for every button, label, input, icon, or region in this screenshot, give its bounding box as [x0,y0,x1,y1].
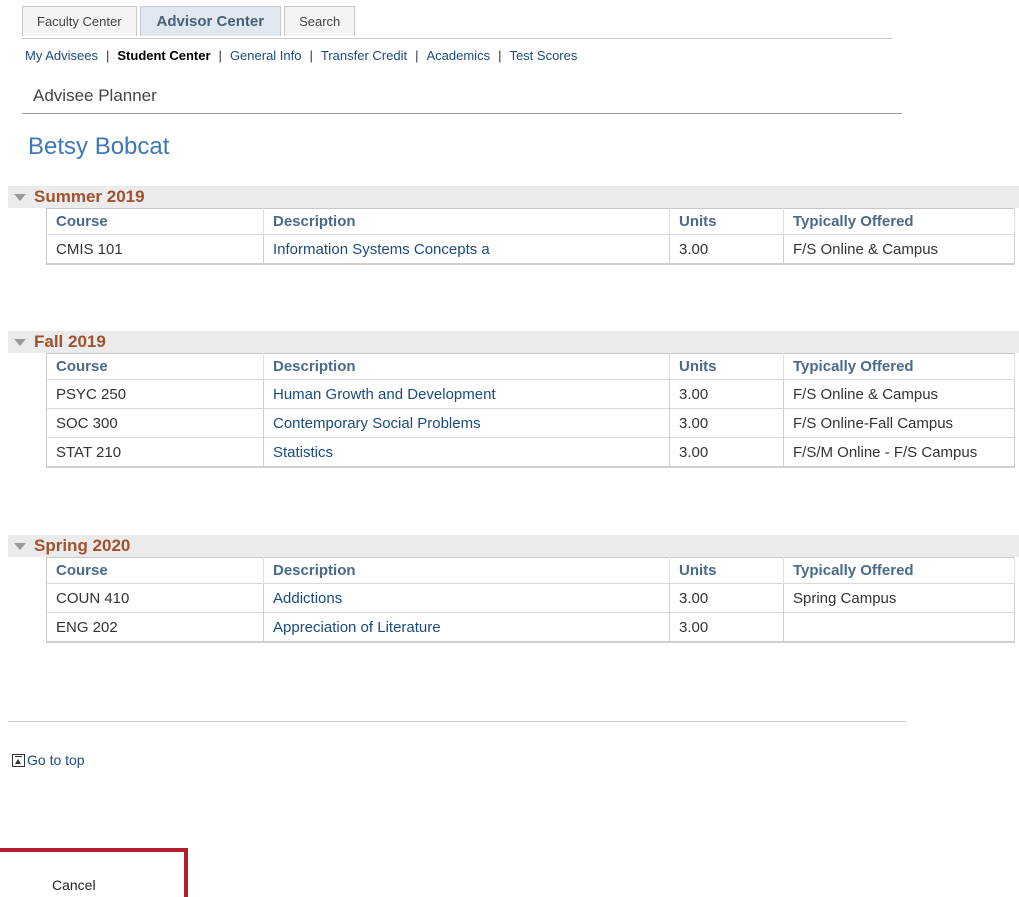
course-units: 3.00 [669,379,784,409]
course-typically-offered [783,612,1015,643]
course-description-link[interactable]: Contemporary Social Problems [263,408,670,438]
column-header-units: Units [669,353,784,380]
course-table: Course Description Units Typically Offer… [46,353,1015,468]
term-title: Spring 2020 [34,536,131,555]
course-table: Course Description Units Typically Offer… [46,557,1015,643]
tab-search[interactable]: Search [284,6,356,36]
collapse-triangle-icon[interactable] [14,338,26,346]
table-row: SOC 300 Contemporary Social Problems 3.0… [46,408,1015,438]
subnav-my-advisees[interactable]: My Advisees [25,48,98,63]
term-spring-2020: Spring 2020 Course Description Units Typ… [8,535,1019,643]
column-header-description: Description [263,208,670,235]
column-header-description: Description [263,353,670,380]
course-typically-offered: F/S Online & Campus [783,379,1015,409]
column-header-description: Description [263,557,670,584]
course-description-link[interactable]: Appreciation of Literature [263,612,670,643]
course-units: 3.00 [669,408,784,438]
column-header-course: Course [46,557,264,584]
course-typically-offered: Spring Campus [783,583,1015,613]
course-code: STAT 210 [46,437,264,468]
course-units: 3.00 [669,583,784,613]
column-header-typically-offered: Typically Offered [783,208,1015,235]
tab-faculty-center[interactable]: Faculty Center [22,6,137,36]
student-name: Betsy Bobcat [28,133,170,160]
go-to-top-icon [12,753,25,767]
tab-divider [22,38,892,39]
term-title: Summer 2019 [34,187,145,206]
course-typically-offered: F/S/M Online - F/S Campus [783,437,1015,468]
course-code: PSYC 250 [46,379,264,409]
subnav-academics[interactable]: Academics [426,48,490,63]
page-title: Advisee Planner [33,86,157,105]
title-divider [22,113,902,114]
go-to-top-link[interactable]: Go to top [12,752,85,768]
column-header-course: Course [46,208,264,235]
course-typically-offered: F/S Online & Campus [783,234,1015,265]
course-units: 3.00 [669,437,784,468]
term-header: Fall 2019 [8,331,1019,353]
course-code: ENG 202 [46,612,264,643]
go-to-top-label: Go to top [27,752,85,768]
course-units: 3.00 [669,234,784,265]
course-code: COUN 410 [46,583,264,613]
column-header-units: Units [669,208,784,235]
column-header-typically-offered: Typically Offered [783,557,1015,584]
column-header-course: Course [46,353,264,380]
table-row: COUN 410 Addictions 3.00 Spring Campus [46,583,1015,613]
tab-bar: Faculty Center Advisor Center Search [22,6,358,36]
table-row: ENG 202 Appreciation of Literature 3.00 [46,612,1015,643]
column-header-units: Units [669,557,784,584]
subnav-student-center[interactable]: Student Center [117,48,210,63]
course-table: Course Description Units Typically Offer… [46,208,1015,265]
course-description-link[interactable]: Human Growth and Development [263,379,670,409]
term-title: Fall 2019 [34,332,106,351]
course-typically-offered: F/S Online-Fall Campus [783,408,1015,438]
table-row: PSYC 250 Human Growth and Development 3.… [46,379,1015,409]
course-code: CMIS 101 [46,234,264,265]
advisee-subnav: My Advisees | Student Center | General Info |… [25,48,578,63]
course-description-link[interactable]: Addictions [263,583,670,613]
table-row: CMIS 101 Information Systems Concepts a … [46,234,1015,265]
tab-advisor-center[interactable]: Advisor Center [139,6,282,36]
bottom-divider [8,721,906,722]
course-code: SOC 300 [46,408,264,438]
term-summer-2019: Summer 2019 Course Description Units Typ… [8,186,1019,265]
subnav-transfer-credit[interactable]: Transfer Credit [321,48,407,63]
course-description-link[interactable]: Statistics [263,437,670,468]
column-header-typically-offered: Typically Offered [783,353,1015,380]
term-header: Spring 2020 [8,535,1019,557]
term-fall-2019: Fall 2019 Course Description Units Typic… [8,331,1019,468]
course-description-link[interactable]: Information Systems Concepts a [263,234,670,265]
course-units: 3.00 [669,612,784,643]
cancel-button[interactable]: Cancel [52,877,96,893]
collapse-triangle-icon[interactable] [14,542,26,550]
collapse-triangle-icon[interactable] [14,193,26,201]
subnav-general-info[interactable]: General Info [230,48,302,63]
subnav-test-scores[interactable]: Test Scores [509,48,577,63]
term-header: Summer 2019 [8,186,1019,208]
table-row: STAT 210 Statistics 3.00 F/S/M Online - … [46,437,1015,468]
